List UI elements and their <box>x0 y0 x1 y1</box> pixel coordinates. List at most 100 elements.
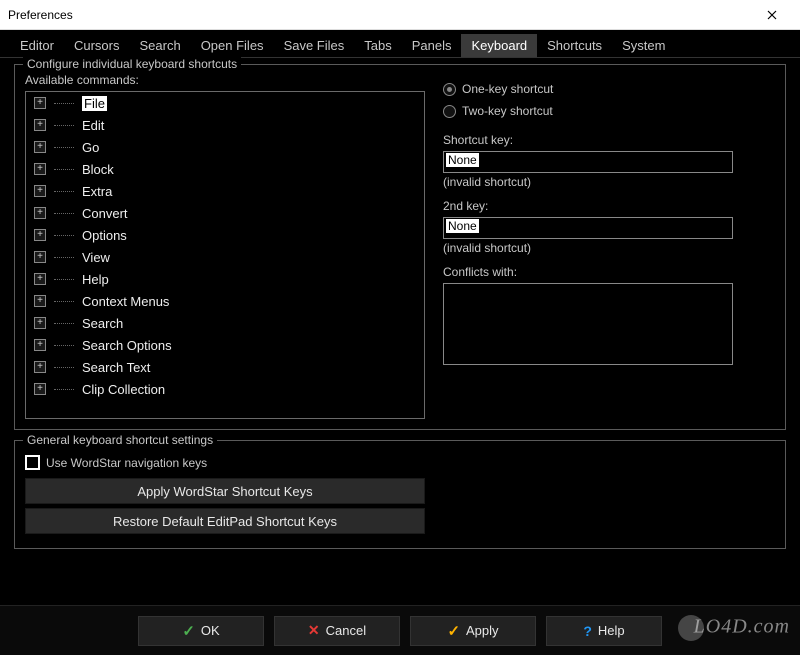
client-area: Editor Cursors Search Open Files Save Fi… <box>0 30 800 655</box>
checkbox-icon <box>25 455 40 470</box>
tab-editor[interactable]: Editor <box>10 34 64 57</box>
group-title: General keyboard shortcut settings <box>23 433 217 447</box>
tab-tabs[interactable]: Tabs <box>354 34 401 57</box>
expand-icon[interactable]: + <box>34 119 46 131</box>
expand-icon[interactable]: + <box>34 251 46 263</box>
expand-icon[interactable]: + <box>34 361 46 373</box>
tab-search[interactable]: Search <box>129 34 190 57</box>
tree-connector <box>54 169 74 170</box>
tree-item-label: Help <box>82 272 109 287</box>
tree-connector <box>54 235 74 236</box>
tree-connector <box>54 279 74 280</box>
tree-connector <box>54 125 74 126</box>
tree-item-label: Extra <box>82 184 112 199</box>
second-key-input[interactable]: None <box>443 217 733 239</box>
one-key-radio[interactable]: One-key shortcut <box>443 79 775 99</box>
expand-icon[interactable]: + <box>34 295 46 307</box>
tree-item[interactable]: + Search Options <box>26 334 424 356</box>
close-button[interactable] <box>752 1 792 29</box>
expand-icon[interactable]: + <box>34 383 46 395</box>
expand-icon[interactable]: + <box>34 163 46 175</box>
conflicts-list[interactable] <box>443 283 733 365</box>
radio-label: Two-key shortcut <box>462 104 553 118</box>
tree-item-label: Search Text <box>82 360 150 375</box>
tree-item-label: Search Options <box>82 338 172 353</box>
tab-keyboard[interactable]: Keyboard <box>461 34 537 57</box>
tree-item-label: Context Menus <box>82 294 169 309</box>
tab-open-files[interactable]: Open Files <box>191 34 274 57</box>
wordstar-nav-checkbox[interactable]: Use WordStar navigation keys <box>25 455 775 470</box>
tab-bar: Editor Cursors Search Open Files Save Fi… <box>0 30 800 58</box>
tree-item-label: File <box>82 96 107 111</box>
button-label: OK <box>201 623 220 638</box>
tree-connector <box>54 103 74 104</box>
apply-icon: ✓ <box>447 622 460 640</box>
tab-cursors[interactable]: Cursors <box>64 34 130 57</box>
preferences-window: Preferences Editor Cursors Search Open F… <box>0 0 800 655</box>
tree-connector <box>54 389 74 390</box>
tree-connector <box>54 301 74 302</box>
help-button[interactable]: ? Help <box>546 616 662 646</box>
tree-item[interactable]: + Search <box>26 312 424 334</box>
tree-item-label: Edit <box>82 118 104 133</box>
expand-icon[interactable]: + <box>34 317 46 329</box>
tree-item-label: Go <box>82 140 99 155</box>
tree-connector <box>54 345 74 346</box>
dialog-footer: ✓ OK ✕ Cancel ✓ Apply ? Help <box>0 605 800 655</box>
two-key-radio[interactable]: Two-key shortcut <box>443 101 775 121</box>
expand-icon[interactable]: + <box>34 97 46 109</box>
tab-panels[interactable]: Panels <box>402 34 462 57</box>
commands-tree[interactable]: + File + Edit + Go + Block + Extra + Convert +Option… <box>25 91 425 419</box>
tab-save-files[interactable]: Save Files <box>274 34 355 57</box>
tree-item[interactable]: + File <box>26 92 424 114</box>
tree-item[interactable]: + Block <box>26 158 424 180</box>
button-label: Cancel <box>326 623 366 638</box>
expand-icon[interactable]: + <box>34 141 46 153</box>
apply-button[interactable]: ✓ Apply <box>410 616 536 646</box>
cancel-button[interactable]: ✕ Cancel <box>274 616 400 646</box>
tree-item[interactable]: + Help <box>26 268 424 290</box>
tree-connector <box>54 367 74 368</box>
expand-icon[interactable]: + <box>34 339 46 351</box>
expand-icon[interactable]: + <box>34 207 46 219</box>
general-settings-group: General keyboard shortcut settings Use W… <box>14 440 786 549</box>
input-value: None <box>446 153 479 167</box>
close-icon <box>767 10 777 20</box>
tree-connector <box>54 147 74 148</box>
expand-icon[interactable]: + <box>34 229 46 241</box>
ok-button[interactable]: ✓ OK <box>138 616 264 646</box>
apply-wordstar-button[interactable]: Apply WordStar Shortcut Keys <box>25 478 425 504</box>
tree-item-label: Convert <box>82 206 128 221</box>
shortcut-status: (invalid shortcut) <box>443 175 775 189</box>
expand-icon[interactable]: + <box>34 185 46 197</box>
group-title: Configure individual keyboard shortcuts <box>23 57 241 71</box>
tab-system[interactable]: System <box>612 34 675 57</box>
tree-item[interactable]: + Search Text <box>26 356 424 378</box>
x-icon: ✕ <box>308 622 320 639</box>
check-icon: ✓ <box>182 622 195 640</box>
radio-label: One-key shortcut <box>462 82 553 96</box>
tree-item-label: Search <box>82 316 123 331</box>
tree-connector <box>54 191 74 192</box>
tree-item[interactable]: +Clip Collection <box>26 378 424 400</box>
expand-icon[interactable]: + <box>34 273 46 285</box>
tree-item[interactable]: +Options <box>26 224 424 246</box>
help-icon: ? <box>583 623 592 639</box>
tree-item-label: Block <box>82 162 114 177</box>
configure-shortcuts-group: Configure individual keyboard shortcuts … <box>14 64 786 430</box>
content-area: Configure individual keyboard shortcuts … <box>0 58 800 605</box>
tree-connector <box>54 257 74 258</box>
tree-item[interactable]: + Edit <box>26 114 424 136</box>
tree-item[interactable]: + Context Menus <box>26 290 424 312</box>
button-label: Apply <box>466 623 499 638</box>
checkbox-label: Use WordStar navigation keys <box>46 456 207 470</box>
tree-item[interactable]: +View <box>26 246 424 268</box>
tab-shortcuts[interactable]: Shortcuts <box>537 34 612 57</box>
restore-defaults-button[interactable]: Restore Default EditPad Shortcut Keys <box>25 508 425 534</box>
tree-item[interactable]: + Extra <box>26 180 424 202</box>
second-key-label: 2nd key: <box>443 199 775 213</box>
available-commands-label: Available commands: <box>25 73 425 87</box>
shortcut-key-input[interactable]: None <box>443 151 733 173</box>
tree-item[interactable]: + Convert <box>26 202 424 224</box>
tree-item[interactable]: + Go <box>26 136 424 158</box>
